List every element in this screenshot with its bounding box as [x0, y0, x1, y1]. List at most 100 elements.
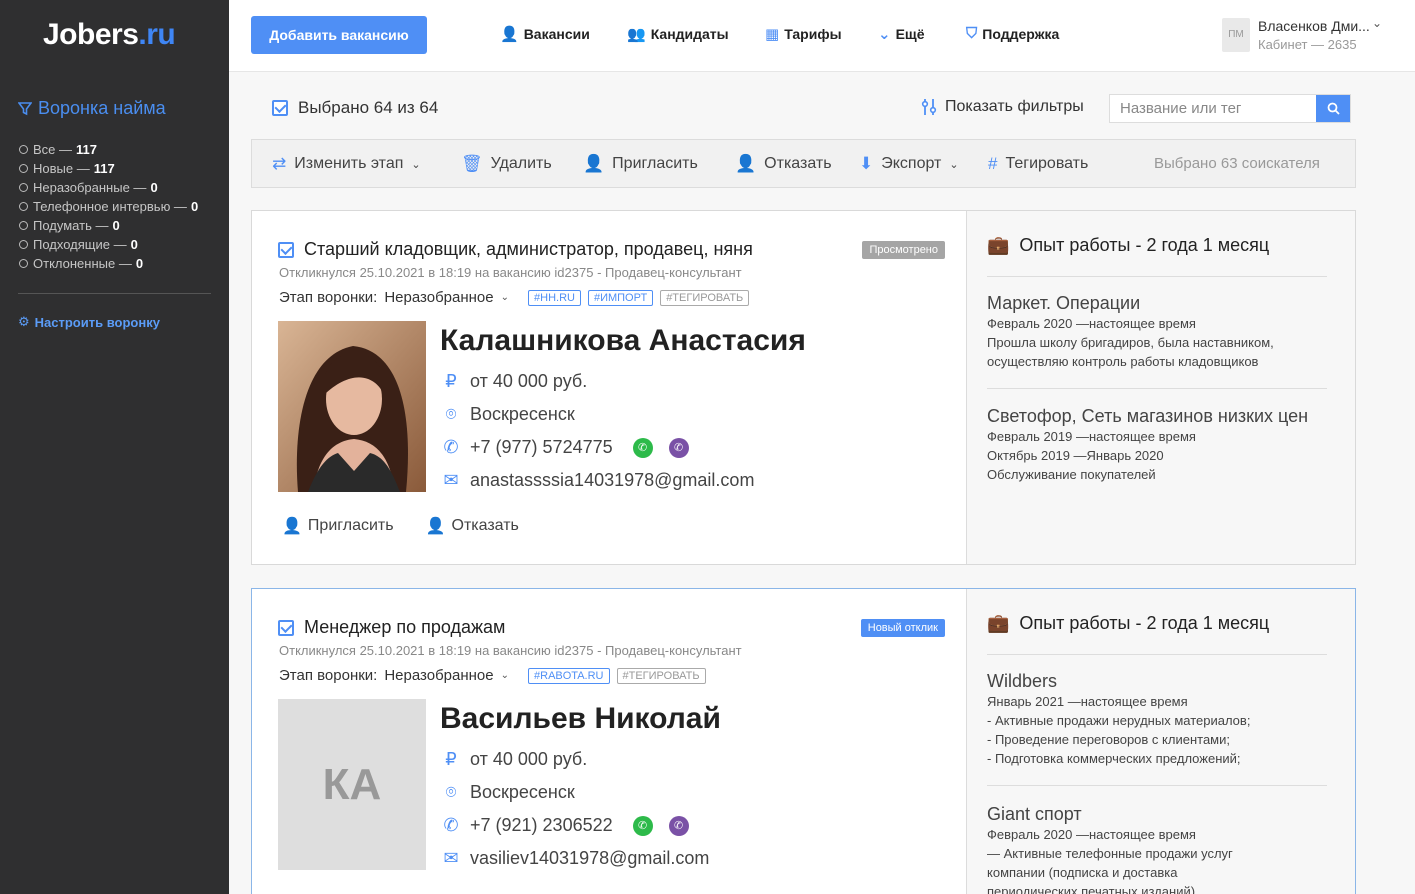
chevron-down-icon: ⌄ — [500, 292, 510, 303]
nav-vacancies[interactable]: 👤 Вакансии — [500, 25, 590, 43]
chevron-down-icon: ⌄ — [949, 158, 959, 171]
invite-button[interactable]: 👤 Пригласить — [583, 154, 698, 174]
experience-panel: 💼 Опыт работы - 2 года 1 месяц Маркет. Оп… — [966, 211, 1355, 564]
select-all[interactable]: Выбрано 64 из 64 — [272, 98, 438, 118]
funnel-item-new[interactable]: Новые —117 — [19, 159, 198, 178]
experience-panel: 💼 Опыт работы - 2 года 1 месяц Wildbers Я… — [966, 589, 1355, 894]
topbar: Добавить вакансию 👤 Вакансии 👥 Кандидаты ▦… — [229, 0, 1415, 72]
whatsapp-icon[interactable]: ✆ — [632, 437, 653, 458]
divider — [987, 654, 1327, 655]
funnel-item-think[interactable]: Подумать —0 — [19, 216, 198, 235]
funnel-title: Воронка найма — [18, 98, 166, 119]
radio-icon — [19, 240, 28, 249]
funnel-item-unsorted[interactable]: Неразобранные —0 — [19, 178, 198, 197]
checkbox-icon[interactable] — [272, 100, 288, 116]
job-entry: Маркет. Операции Февраль 2020 —настоящее… — [987, 293, 1274, 369]
nav-candidates[interactable]: 👥 Кандидаты — [627, 25, 729, 43]
phone-icon: ✆ — [443, 437, 459, 457]
delete-button[interactable]: 🗑 Удалить — [461, 154, 552, 174]
nav-more[interactable]: ⌄ Ещё — [878, 25, 925, 43]
candidate-name[interactable]: Васильев Николай — [440, 702, 721, 736]
tag[interactable]: #HH.RU — [528, 289, 581, 306]
calculator-icon: ▦ — [765, 26, 780, 43]
initials: КА — [322, 759, 382, 809]
add-tag-button[interactable]: #ТЕГИРОВАТЬ — [660, 289, 750, 306]
city: ⌾ Воскресенск — [442, 404, 575, 425]
divider — [987, 785, 1327, 786]
reject-button[interactable]: 👤 Отказать — [735, 154, 832, 174]
sidebar: Jobers.ru Воронка найма Все —117 Новые —… — [0, 0, 229, 894]
funnel-item-rejected[interactable]: Отклоненные —0 — [19, 254, 198, 273]
vacancy-title: Менеджер по продажам — [278, 617, 505, 638]
search-icon — [1327, 102, 1340, 115]
stage-select[interactable]: Неразобранное — [384, 667, 493, 684]
search-button[interactable] — [1316, 95, 1350, 122]
invite-button[interactable]: 👤 Пригласить — [282, 516, 394, 536]
tag-button[interactable]: # Тегировать — [988, 154, 1088, 174]
funnel-item-suitable[interactable]: Подходящие —0 — [19, 235, 198, 254]
status-badge: Новый отклик — [860, 619, 945, 637]
location-pin-icon: ⌾ — [445, 782, 457, 802]
vacancy-title: Старший кладовщик, администратор, продав… — [278, 239, 753, 260]
location-pin-icon: ⌾ — [445, 404, 457, 424]
change-stage-button[interactable]: ⇄ Изменить этап ⌄ — [272, 154, 421, 174]
radio-icon — [19, 183, 28, 192]
city: ⌾ Воскресенск — [442, 782, 575, 803]
card-actions: 👤 Пригласить 👤 Отказать — [282, 516, 519, 536]
filter-icon — [18, 101, 32, 115]
avatar: ПМ — [1222, 18, 1250, 52]
job-entry: Giant спорт Февраль 2020 —настоящее врем… — [987, 804, 1233, 894]
sidebar-divider — [18, 293, 211, 294]
chevron-down-icon: ⌄ — [1372, 16, 1383, 30]
phone: ✆ +7 (977) 5724775 ✆ ✆ — [442, 437, 689, 458]
user-plus-icon: 👤 — [282, 518, 302, 535]
search-box — [1109, 94, 1351, 123]
users-icon: 👥 — [627, 26, 646, 43]
status-badge: Просмотрено — [862, 241, 945, 259]
setup-funnel-link[interactable]: ⚙ Настроить воронку — [18, 314, 160, 330]
experience-title: 💼 Опыт работы - 2 года 1 месяц — [987, 613, 1270, 633]
show-filters-button[interactable]: Показать фильтры — [921, 98, 1084, 116]
nav-tariffs[interactable]: ▦ Тарифы — [765, 25, 842, 43]
ruble-icon: ₽ — [445, 749, 457, 769]
arrows-exchange-icon: ⇄ — [272, 154, 287, 173]
reject-button[interactable]: 👤 Отказать — [426, 516, 519, 536]
envelope-icon: ✉ — [443, 470, 459, 490]
candidate-name[interactable]: Калашникова Анастасия — [440, 324, 806, 358]
viber-icon[interactable]: ✆ — [668, 815, 689, 836]
nav-support[interactable]: ⛉ Поддержка — [966, 25, 1059, 42]
candidate-photo — [278, 321, 426, 492]
tag[interactable]: #ИМПОРТ — [587, 289, 654, 306]
export-button[interactable]: ⬇ Экспорт ⌄ — [859, 154, 959, 174]
add-vacancy-button[interactable]: Добавить вакансию — [251, 16, 427, 54]
tag[interactable]: #RABOTA.RU — [528, 667, 610, 684]
chevron-down-icon: ⌄ — [411, 158, 421, 171]
funnel-item-phone-interview[interactable]: Телефонное интервью —0 — [19, 197, 198, 216]
funnel-list: Все —117 Новые —117 Неразобранные —0 Тел… — [19, 140, 198, 273]
add-tag-button[interactable]: #ТЕГИРОВАТЬ — [616, 667, 706, 684]
checkbox-icon[interactable] — [278, 619, 294, 636]
gear-icon: ⚙ — [18, 314, 30, 329]
checkbox-icon[interactable] — [278, 241, 294, 258]
experience-title: 💼 Опыт работы - 2 года 1 месяц — [987, 235, 1270, 255]
search-input[interactable] — [1110, 95, 1316, 122]
job-entry: Светофор, Сеть магазинов низких цен Февр… — [987, 406, 1309, 482]
email: ✉ anastassssia14031978@gmail.com — [443, 470, 755, 490]
whatsapp-icon[interactable]: ✆ — [632, 815, 653, 836]
phone: ✆ +7 (921) 2306522 ✆ ✆ — [442, 815, 689, 836]
stage-select[interactable]: Неразобранное — [384, 289, 493, 306]
logo[interactable]: Jobers.ru — [43, 18, 176, 52]
hashtag-icon: # — [988, 154, 998, 173]
radio-icon — [19, 164, 28, 173]
viber-icon[interactable]: ✆ — [668, 437, 689, 458]
candidate-photo-placeholder: КА — [278, 699, 426, 870]
radio-icon — [19, 259, 28, 268]
funnel-item-all[interactable]: Все —117 — [19, 140, 198, 159]
radio-icon — [19, 202, 28, 211]
shield-icon: ⛉ — [966, 25, 978, 42]
divider — [987, 276, 1327, 277]
briefcase-icon: 💼 — [987, 613, 1010, 633]
funnel-stage: Этап воронки: Неразобранное ⌄ #HH.RU #ИМ… — [279, 289, 750, 306]
user-plus-icon: 👤 — [583, 154, 605, 173]
sliders-icon — [921, 99, 937, 115]
